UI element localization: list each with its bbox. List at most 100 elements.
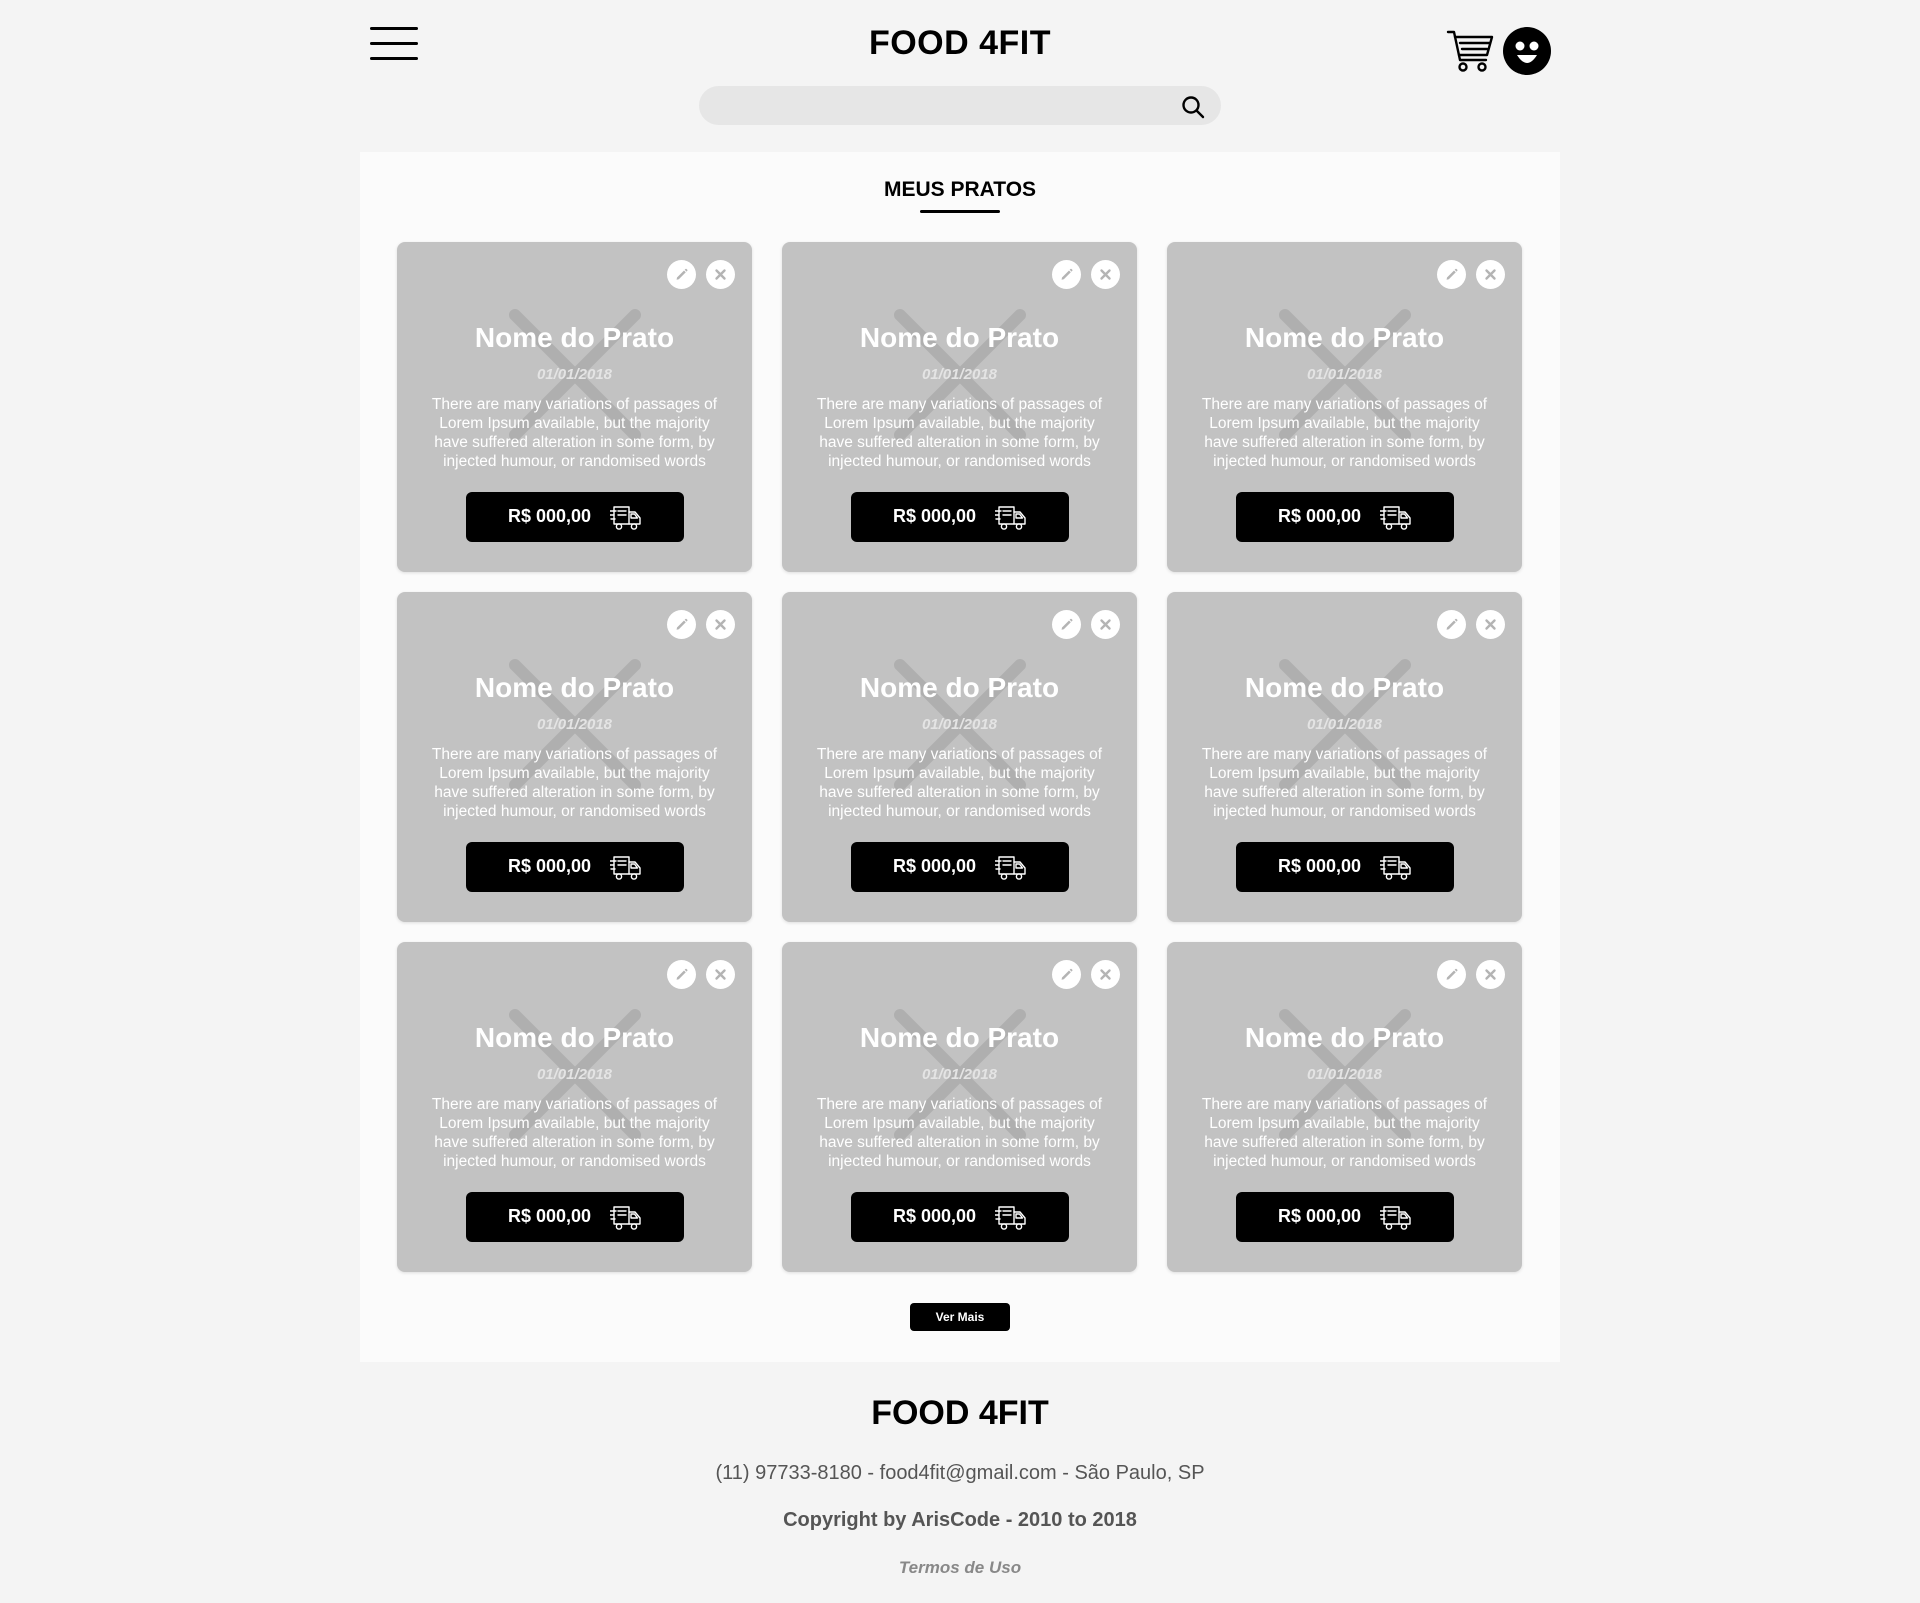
- close-x-icon[interactable]: [1091, 260, 1120, 289]
- dish-date: 01/01/2018: [1306, 1066, 1383, 1083]
- dish-title: Nome do Prato: [1244, 672, 1445, 703]
- search-icon[interactable]: [1180, 94, 1206, 120]
- dish-title: Nome do Prato: [474, 672, 675, 703]
- dish-description: There are many variations of passages of…: [816, 746, 1103, 820]
- dish-date: 01/01/2018: [536, 1066, 613, 1083]
- dish-price: R$ 000,00: [1278, 856, 1362, 876]
- price-delivery-button[interactable]: R$ 000,00: [466, 842, 684, 892]
- price-delivery-button[interactable]: R$ 000,00: [851, 1192, 1069, 1242]
- dish-price: R$ 000,00: [893, 506, 977, 526]
- dish-description: There are many variations of passages of…: [816, 1096, 1103, 1170]
- dish-date: 01/01/2018: [1306, 366, 1383, 383]
- smiley-face-icon: [1515, 41, 1539, 63]
- dish-card: Nome do Prato 01/01/2018 There are many …: [1167, 242, 1522, 572]
- title-underline: [920, 210, 1000, 213]
- price-delivery-button[interactable]: R$ 000,00: [466, 492, 684, 542]
- dish-card: Nome do Prato 01/01/2018 There are many …: [397, 592, 752, 922]
- dish-card: Nome do Prato 01/01/2018 There are many …: [1167, 592, 1522, 922]
- price-delivery-button[interactable]: R$ 000,00: [1236, 842, 1454, 892]
- close-x-icon[interactable]: [1476, 610, 1505, 639]
- card-actions: [667, 610, 735, 639]
- dish-date: 01/01/2018: [536, 716, 613, 733]
- dish-title: Nome do Prato: [859, 1022, 1060, 1053]
- dish-description: There are many variations of passages of…: [816, 396, 1103, 470]
- card-actions: [1437, 610, 1505, 639]
- dish-date: 01/01/2018: [921, 366, 998, 383]
- dish-title: Nome do Prato: [474, 322, 675, 353]
- card-actions: [1052, 260, 1120, 289]
- footer: FOOD 4FIT (11) 97733-8180 - food4fit@gma…: [0, 1362, 1920, 1603]
- close-x-icon[interactable]: [1091, 610, 1120, 639]
- footer-contact: (11) 97733-8180 - food4fit@gmail.com - S…: [715, 1462, 1205, 1484]
- dish-price: R$ 000,00: [893, 856, 977, 876]
- card-actions: [1437, 260, 1505, 289]
- dish-description: There are many variations of passages of…: [1201, 1096, 1488, 1170]
- dish-price: R$ 000,00: [1278, 1206, 1362, 1226]
- pencil-edit-icon[interactable]: [1437, 610, 1466, 639]
- dish-description: There are many variations of passages of…: [431, 746, 718, 820]
- search-input[interactable]: [717, 86, 1161, 127]
- dish-title: Nome do Prato: [474, 1022, 675, 1053]
- dish-price: R$ 000,00: [893, 1206, 977, 1226]
- footer-copyright: Copyright by ArisCode - 2010 to 2018: [783, 1509, 1137, 1531]
- dish-card: Nome do Prato 01/01/2018 There are many …: [782, 592, 1137, 922]
- close-x-icon[interactable]: [706, 960, 735, 989]
- delivery-truck-icon: [1380, 1206, 1411, 1230]
- price-delivery-button[interactable]: R$ 000,00: [1236, 492, 1454, 542]
- delivery-truck-icon: [610, 506, 641, 530]
- terms-link[interactable]: Termos de Uso: [0, 1558, 1920, 1578]
- close-x-icon[interactable]: [1476, 960, 1505, 989]
- delivery-truck-icon: [995, 856, 1026, 880]
- card-actions: [1052, 610, 1120, 639]
- dish-card: Nome do Prato 01/01/2018 There are many …: [1167, 942, 1522, 1272]
- main-content: MEUS PRATOS Nome do Prato 01/01/2018 The…: [360, 152, 1560, 1362]
- dish-title: Nome do Prato: [859, 322, 1060, 353]
- close-x-icon[interactable]: [706, 610, 735, 639]
- close-x-icon[interactable]: [1091, 960, 1120, 989]
- price-delivery-button[interactable]: R$ 000,00: [851, 492, 1069, 542]
- pencil-edit-icon[interactable]: [1052, 260, 1081, 289]
- delivery-truck-icon: [1380, 506, 1411, 530]
- pencil-edit-icon[interactable]: [667, 260, 696, 289]
- section-title: MEUS PRATOS: [883, 178, 1037, 201]
- dish-description: There are many variations of passages of…: [1201, 396, 1488, 470]
- pencil-edit-icon[interactable]: [667, 610, 696, 639]
- card-actions: [1437, 960, 1505, 989]
- dish-description: There are many variations of passages of…: [431, 396, 718, 470]
- dish-description: There are many variations of passages of…: [1201, 746, 1488, 820]
- user-avatar[interactable]: [1503, 27, 1551, 75]
- dish-description: There are many variations of passages of…: [431, 1096, 718, 1170]
- card-actions: [667, 260, 735, 289]
- dish-grid: Nome do Prato 01/01/2018 There are many …: [397, 242, 1525, 1272]
- footer-logo: FOOD 4FIT: [871, 1394, 1049, 1432]
- dish-card: Nome do Prato 01/01/2018 There are many …: [782, 242, 1137, 572]
- site-logo[interactable]: FOOD 4FIT: [760, 24, 1160, 63]
- close-x-icon[interactable]: [1476, 260, 1505, 289]
- dish-date: 01/01/2018: [1306, 716, 1383, 733]
- pencil-edit-icon[interactable]: [1052, 960, 1081, 989]
- hamburger-menu-icon[interactable]: [370, 27, 418, 61]
- dish-date: 01/01/2018: [921, 716, 998, 733]
- delivery-truck-icon: [610, 856, 641, 880]
- dish-date: 01/01/2018: [921, 1066, 998, 1083]
- price-delivery-button[interactable]: R$ 000,00: [1236, 1192, 1454, 1242]
- delivery-truck-icon: [995, 1206, 1026, 1230]
- price-delivery-button[interactable]: R$ 000,00: [851, 842, 1069, 892]
- pencil-edit-icon[interactable]: [1437, 260, 1466, 289]
- ver-mais-button[interactable]: Ver Mais: [910, 1303, 1010, 1331]
- close-x-icon[interactable]: [706, 260, 735, 289]
- pencil-edit-icon[interactable]: [1052, 610, 1081, 639]
- dish-price: R$ 000,00: [508, 1206, 592, 1226]
- card-actions: [1052, 960, 1120, 989]
- shopping-cart-icon[interactable]: [1446, 28, 1494, 74]
- delivery-truck-icon: [610, 1206, 641, 1230]
- delivery-truck-icon: [995, 506, 1026, 530]
- dish-title: Nome do Prato: [1244, 322, 1445, 353]
- dish-date: 01/01/2018: [536, 366, 613, 383]
- price-delivery-button[interactable]: R$ 000,00: [466, 1192, 684, 1242]
- pencil-edit-icon[interactable]: [1437, 960, 1466, 989]
- delivery-truck-icon: [1380, 856, 1411, 880]
- pencil-edit-icon[interactable]: [667, 960, 696, 989]
- dish-card: Nome do Prato 01/01/2018 There are many …: [782, 942, 1137, 1272]
- dish-card: Nome do Prato 01/01/2018 There are many …: [397, 942, 752, 1272]
